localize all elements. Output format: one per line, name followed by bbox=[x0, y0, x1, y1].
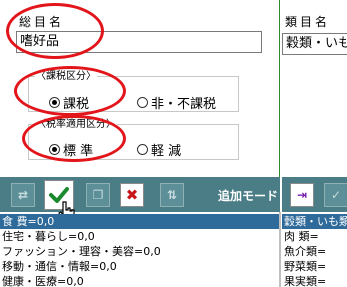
highlight-oval-tax bbox=[14, 66, 126, 116]
insert-icon: ⇥ bbox=[296, 188, 308, 202]
sort-icon[interactable]: ⇅ bbox=[160, 183, 184, 207]
list-item[interactable]: 肉 類= bbox=[282, 229, 347, 244]
list-splitter[interactable] bbox=[279, 212, 281, 287]
check-disabled-icon[interactable]: ✓ bbox=[324, 183, 347, 207]
list-item[interactable]: 住宅・暮らし=0,0 bbox=[0, 229, 279, 244]
radio-unselected-icon bbox=[137, 97, 148, 108]
radio-reduced[interactable]: 軽 減 bbox=[137, 140, 181, 159]
category-name-label: 類目名 bbox=[285, 15, 331, 29]
list-item[interactable]: 穀類・いも類= bbox=[282, 214, 347, 229]
list-item[interactable]: ファッション・理容・美容=0,0 bbox=[0, 244, 279, 259]
radio-unselected-icon bbox=[137, 144, 148, 155]
list-item[interactable]: 移動・通信・情報=0,0 bbox=[0, 259, 279, 274]
list-item[interactable]: 魚介類= bbox=[282, 244, 347, 259]
mode-label: 追加モード bbox=[218, 189, 279, 203]
radio-reduced-label: 軽 減 bbox=[151, 144, 182, 159]
left-list[interactable]: 食 費=0,0 住宅・暮らし=0,0 ファッション・理容・美容=0,0 移動・通… bbox=[0, 214, 279, 287]
copy-icon[interactable]: ❐ bbox=[86, 183, 110, 207]
delete-button[interactable]: ✖ bbox=[120, 183, 144, 207]
category-name-input[interactable]: 穀類・いも bbox=[282, 33, 347, 55]
list-item[interactable]: 健康・医療=0,0 bbox=[0, 274, 279, 287]
radio-non-taxable-label: 非・不課税 bbox=[151, 97, 217, 112]
divider-line bbox=[279, 0, 280, 177]
list-item[interactable]: 食 費=0,0 bbox=[0, 214, 279, 229]
move-icon[interactable]: ⇄ bbox=[11, 183, 35, 207]
list-item[interactable]: 野菜類= bbox=[282, 259, 347, 274]
highlight-oval-rate bbox=[22, 115, 126, 162]
highlight-oval-name bbox=[6, 3, 104, 59]
right-list[interactable]: 穀類・いも類= 肉 類= 魚介類= 野菜類= 果実類= bbox=[282, 214, 347, 287]
list-item[interactable]: 果実類= bbox=[282, 274, 347, 287]
radio-non-taxable[interactable]: 非・不課税 bbox=[137, 93, 216, 112]
delete-x-icon: ✖ bbox=[125, 186, 139, 204]
insert-button[interactable]: ⇥ bbox=[290, 183, 314, 207]
